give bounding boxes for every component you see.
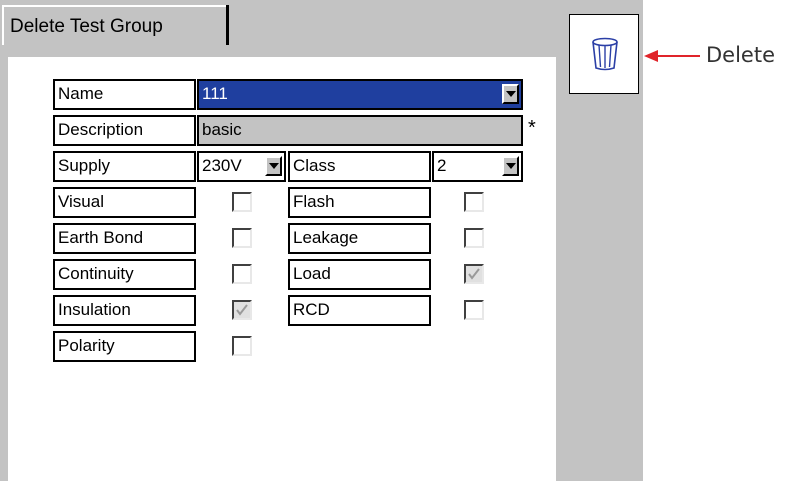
device-screen: Delete Test Group Name 111 Description b…	[0, 0, 643, 481]
test-label-insulation: Insulation	[53, 295, 196, 326]
checkbox-earth-bond[interactable]	[232, 228, 252, 248]
checkbox-continuity[interactable]	[232, 264, 252, 284]
class-label: Class	[288, 151, 431, 182]
delete-button[interactable]	[569, 14, 639, 94]
tab-delete-test-group[interactable]: Delete Test Group	[2, 5, 227, 45]
test-label-visual: Visual	[53, 187, 196, 218]
checkbox-visual[interactable]	[232, 192, 252, 212]
test-label-polarity: Polarity	[53, 331, 196, 362]
checkbox-rcd[interactable]	[464, 300, 484, 320]
form-panel: Name 111 Description basic Supply 230V C…	[8, 57, 556, 481]
required-marker: *	[528, 117, 536, 139]
trash-icon	[592, 37, 618, 71]
test-label-rcd: RCD	[288, 295, 431, 326]
checkbox-insulation[interactable]	[232, 300, 252, 320]
supply-dropdown-button[interactable]	[265, 156, 282, 176]
supply-value: 230V	[202, 156, 242, 175]
tab-shadow	[226, 5, 229, 45]
test-label-load: Load	[288, 259, 431, 290]
test-label-continuity: Continuity	[53, 259, 196, 290]
name-dropdown-button[interactable]	[502, 84, 519, 104]
checkbox-polarity[interactable]	[232, 336, 252, 356]
test-label-flash: Flash	[288, 187, 431, 218]
callout-label: Delete	[706, 43, 775, 67]
callout-arrow	[644, 50, 658, 62]
name-value: 111	[202, 84, 228, 103]
callout-line	[657, 55, 700, 57]
checkmark-icon	[468, 268, 480, 280]
name-label: Name	[53, 79, 196, 110]
test-label-earth-bond: Earth Bond	[53, 223, 196, 254]
name-select[interactable]: 111	[197, 79, 523, 110]
supply-label: Supply	[53, 151, 196, 182]
description-label: Description	[53, 115, 196, 146]
class-dropdown-button[interactable]	[502, 156, 519, 176]
class-select[interactable]: 2	[432, 151, 523, 182]
supply-select[interactable]: 230V	[197, 151, 286, 182]
test-label-leakage: Leakage	[288, 223, 431, 254]
checkbox-load[interactable]	[464, 264, 484, 284]
checkbox-flash[interactable]	[464, 192, 484, 212]
checkbox-leakage[interactable]	[464, 228, 484, 248]
description-field[interactable]: basic	[197, 115, 523, 146]
checkmark-icon	[236, 304, 248, 316]
class-value: 2	[437, 156, 447, 175]
